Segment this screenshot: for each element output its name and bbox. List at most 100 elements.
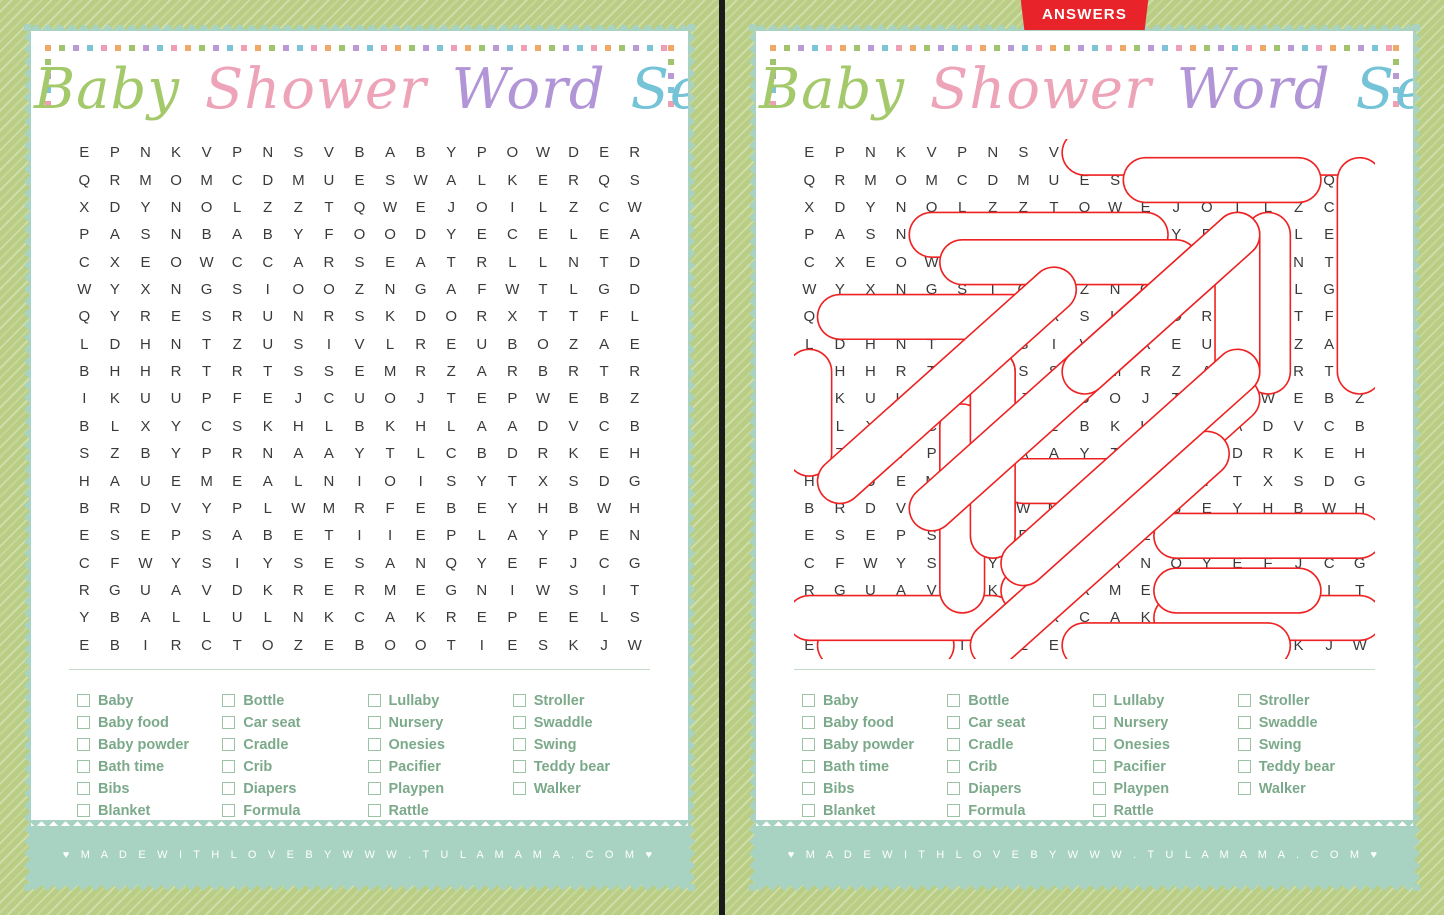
checkbox-icon[interactable]	[222, 760, 236, 773]
checkbox-icon[interactable]	[1092, 694, 1106, 707]
checkbox-icon[interactable]	[802, 782, 815, 795]
word-list-item[interactable]: Crib	[222, 757, 359, 776]
checkbox-icon[interactable]	[77, 782, 90, 795]
word-list-item[interactable]: Stroller	[1237, 691, 1375, 710]
word-list-item[interactable]: Formula	[947, 801, 1084, 820]
grid-cell: R	[506, 363, 518, 381]
grid-cell: F	[957, 390, 967, 408]
word-list-item[interactable]: Walker	[512, 779, 650, 798]
grid-cell: I	[1204, 636, 1209, 654]
word-list-item[interactable]: Pacifier	[367, 757, 505, 776]
word-list-item[interactable]: Playpen	[367, 779, 505, 798]
word-list-item[interactable]: Lullaby	[367, 691, 505, 710]
word-list-item[interactable]: Blanket	[77, 801, 214, 820]
checkbox-icon[interactable]	[802, 694, 815, 707]
word-list-item[interactable]: Swing	[512, 735, 650, 754]
word-list-item[interactable]: Swaddle	[512, 713, 650, 732]
word-list-item[interactable]: Bottle	[222, 691, 359, 710]
checkbox-icon[interactable]	[1092, 716, 1106, 729]
checkbox-icon[interactable]	[947, 760, 961, 773]
checkbox-icon[interactable]	[947, 782, 961, 795]
checkbox-icon[interactable]	[77, 694, 90, 707]
word-list-item[interactable]: Swing	[1237, 735, 1375, 754]
word-list-item[interactable]: Car seat	[222, 713, 359, 732]
checkbox-icon[interactable]	[367, 716, 381, 729]
word-list-item[interactable]: Car seat	[947, 713, 1084, 732]
word-list-item[interactable]: Baby food	[77, 713, 214, 732]
checkbox-icon[interactable]	[367, 804, 381, 817]
checkbox-icon[interactable]	[222, 716, 236, 729]
word-list-item[interactable]: Bath time	[802, 757, 939, 776]
word-list-item[interactable]: Bottle	[947, 691, 1084, 710]
word-list-item[interactable]: Cradle	[947, 735, 1084, 754]
checkbox-icon[interactable]	[802, 804, 815, 817]
word-list-item[interactable]: Nursery	[1092, 713, 1230, 732]
checkbox-icon[interactable]	[1092, 804, 1106, 817]
grid-cell: A	[1232, 527, 1243, 545]
word-list-item[interactable]: Formula	[222, 801, 359, 820]
checkbox-icon[interactable]	[222, 804, 236, 817]
word-list-item[interactable]: Swaddle	[1237, 713, 1375, 732]
checkbox-icon[interactable]	[512, 694, 526, 707]
word-list-item[interactable]: Lullaby	[1092, 691, 1230, 710]
word-list-item[interactable]: Pacifier	[1092, 757, 1230, 776]
checkbox-icon[interactable]	[77, 804, 90, 817]
word-list-item[interactable]: Baby	[77, 691, 214, 710]
checkbox-icon[interactable]	[367, 782, 381, 795]
word-list-item[interactable]: Playpen	[1092, 779, 1230, 798]
checkbox-icon[interactable]	[1092, 738, 1106, 751]
checkbox-icon[interactable]	[947, 694, 961, 707]
grid-cell: K	[385, 308, 396, 326]
checkbox-icon[interactable]	[77, 760, 90, 773]
word-list-item[interactable]: Rattle	[367, 801, 505, 820]
checkbox-icon[interactable]	[1237, 760, 1251, 773]
word-list-item[interactable]: Nursery	[367, 713, 505, 732]
checkbox-icon[interactable]	[367, 760, 381, 773]
word-list-item[interactable]: Walker	[1237, 779, 1375, 798]
checkbox-icon[interactable]	[1092, 782, 1106, 795]
word-list-item[interactable]: Teddy bear	[512, 757, 650, 776]
checkbox-icon[interactable]	[802, 738, 815, 751]
word-list-item[interactable]: Cradle	[222, 735, 359, 754]
checkbox-icon[interactable]	[367, 694, 381, 707]
checkbox-icon[interactable]	[1237, 716, 1251, 729]
word-list-item[interactable]: Diapers	[222, 779, 359, 798]
word-list-item[interactable]: Onesies	[1092, 735, 1230, 754]
word-list-item[interactable]: Stroller	[512, 691, 650, 710]
word-list-item[interactable]: Onesies	[367, 735, 505, 754]
word-list-item[interactable]: Baby powder	[802, 735, 939, 754]
word-list-item[interactable]: Crib	[947, 757, 1084, 776]
checkbox-icon[interactable]	[802, 760, 815, 773]
checkbox-icon[interactable]	[367, 738, 381, 751]
checkbox-icon[interactable]	[1092, 760, 1106, 773]
checkbox-icon[interactable]	[802, 716, 815, 729]
checkbox-icon[interactable]	[77, 716, 90, 729]
word-list-item[interactable]: Baby powder	[77, 735, 214, 754]
checkbox-icon[interactable]	[512, 738, 526, 751]
word-list-item[interactable]: Teddy bear	[1237, 757, 1375, 776]
word-list-item[interactable]: Bibs	[802, 779, 939, 798]
word-list-item[interactable]: Baby food	[802, 713, 939, 732]
checkbox-icon[interactable]	[947, 804, 961, 817]
answer-sheet: Baby Shower Word Search EPNKVPNSVBABYPOW…	[725, 0, 1444, 915]
checkbox-icon[interactable]	[1237, 782, 1251, 795]
checkbox-icon[interactable]	[222, 694, 236, 707]
word-list-item[interactable]: Blanket	[802, 801, 939, 820]
checkbox-icon[interactable]	[222, 782, 236, 795]
word-list-item[interactable]: Diapers	[947, 779, 1084, 798]
checkbox-icon[interactable]	[947, 738, 961, 751]
checkbox-icon[interactable]	[947, 716, 961, 729]
checkbox-icon[interactable]	[512, 760, 526, 773]
word-list-item[interactable]: Bath time	[77, 757, 214, 776]
checkbox-icon[interactable]	[77, 738, 90, 751]
letter-grid-wrap: EPNKVPNSVBABYPOWDERQRMOMCDMUESWALKERQSXD…	[69, 139, 650, 659]
checkbox-icon[interactable]	[512, 782, 526, 795]
checkbox-icon[interactable]	[1237, 738, 1251, 751]
checkbox-icon[interactable]	[1237, 694, 1251, 707]
checkbox-icon[interactable]	[512, 716, 526, 729]
word-list-item[interactable]: Bibs	[77, 779, 214, 798]
grid-cell: O	[537, 335, 549, 353]
word-list-item[interactable]: Rattle	[1092, 801, 1230, 820]
checkbox-icon[interactable]	[222, 738, 236, 751]
word-list-item[interactable]: Baby	[802, 691, 939, 710]
